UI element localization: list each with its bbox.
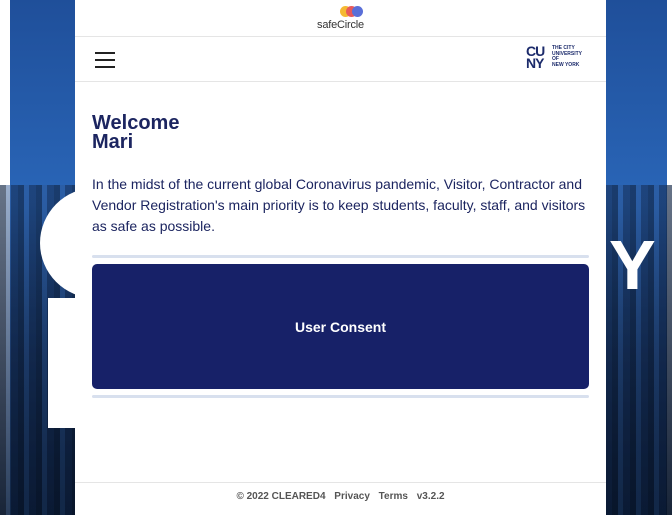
- footer: © 2022 CLEARED4 Privacy Terms v3.2.2: [75, 482, 606, 515]
- welcome-user-name: Mari: [92, 131, 134, 153]
- app-header: CU NY THE CITY UNIVERSITY OF NEW YORK: [75, 37, 606, 82]
- cuny-logo-ny: NY: [526, 55, 544, 71]
- user-consent-label: User Consent: [294, 318, 387, 335]
- footer-copyright: © 2022 CLEARED4: [236, 491, 326, 502]
- app-panel: safeCircle CU NY THE CITY UNIVERSITY OF …: [75, 0, 606, 515]
- safecircle-dots-icon: [340, 6, 364, 18]
- divider-top: [92, 255, 589, 258]
- cuny-tagline: THE CITY UNIVERSITY OF NEW YORK: [552, 45, 583, 68]
- main-content: Welcome Mari In the midst of the current…: [75, 112, 606, 398]
- terms-link[interactable]: Terms: [379, 491, 408, 502]
- welcome-heading: Welcome Mari: [92, 112, 589, 153]
- divider-bottom: [92, 395, 589, 398]
- intro-text: In the midst of the current global Coron…: [92, 176, 586, 234]
- cuny-logo: CU NY THE CITY UNIVERSITY OF NEW YORK: [526, 44, 586, 71]
- welcome-title: Welcome: [92, 112, 180, 134]
- safecircle-wordmark: safeCircle: [317, 19, 364, 31]
- privacy-link[interactable]: Privacy: [334, 491, 370, 502]
- hamburger-menu-icon[interactable]: [95, 52, 115, 68]
- background-letter: Y: [609, 226, 656, 304]
- user-consent-button[interactable]: User Consent: [92, 264, 589, 389]
- safecircle-logo: safeCircle: [75, 0, 606, 37]
- app-version: v3.2.2: [416, 491, 445, 502]
